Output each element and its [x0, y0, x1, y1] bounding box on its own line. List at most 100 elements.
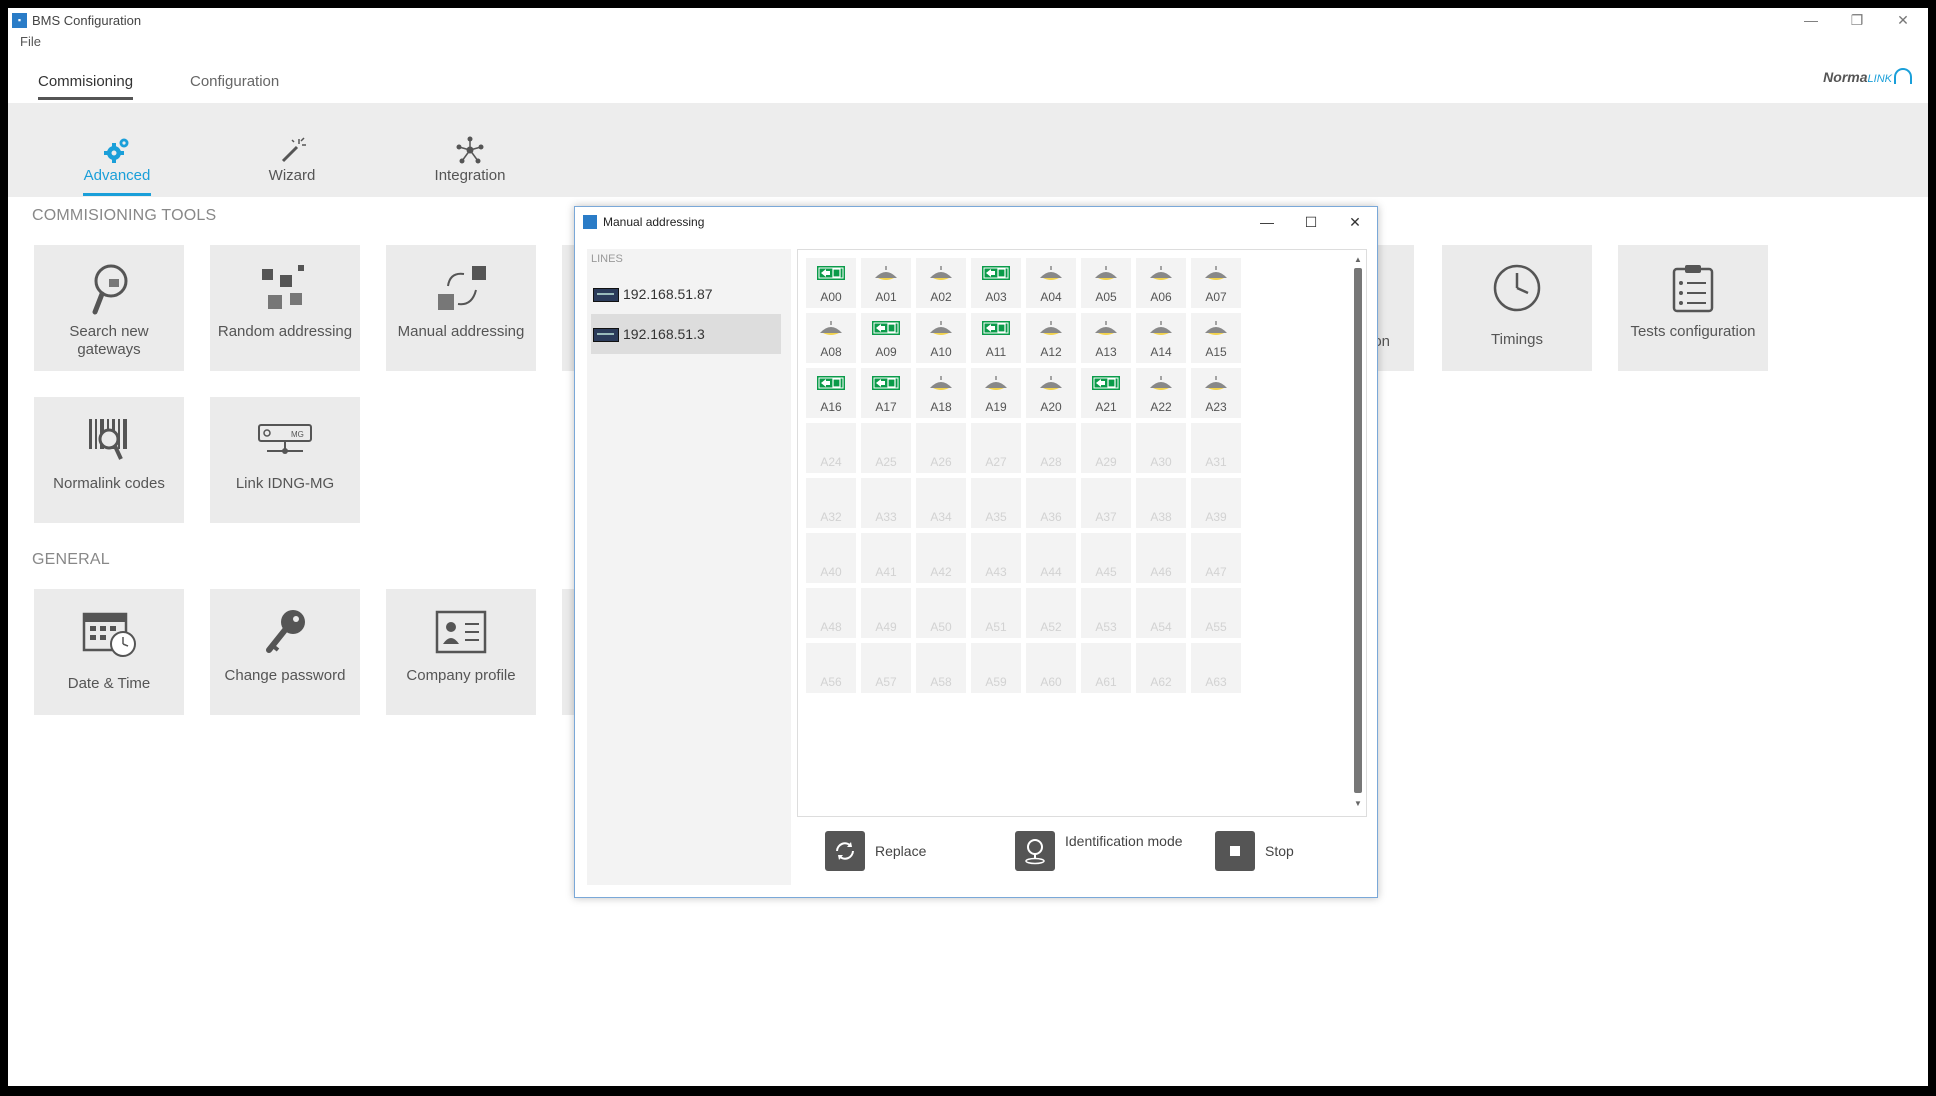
address-cell[interactable]: A36	[1026, 478, 1076, 528]
address-cell[interactable]: A02	[916, 258, 966, 308]
address-cell[interactable]: A42	[916, 533, 966, 583]
address-cell[interactable]: A43	[971, 533, 1021, 583]
tile-tests-configuration[interactable]: Tests configuration	[1618, 245, 1768, 371]
address-cell[interactable]: A56	[806, 643, 856, 693]
address-cell[interactable]: A18	[916, 368, 966, 418]
tab-configuration[interactable]: Configuration	[190, 73, 279, 90]
tile-normalink-codes[interactable]: Normalink codes	[34, 397, 184, 523]
address-cell[interactable]: A41	[861, 533, 911, 583]
address-cell[interactable]: A53	[1081, 588, 1131, 638]
tile-manual-addressing[interactable]: Manual addressing	[386, 245, 536, 371]
address-cell[interactable]: A47	[1191, 533, 1241, 583]
address-cell[interactable]: A63	[1191, 643, 1241, 693]
address-cell[interactable]: A09	[861, 313, 911, 363]
address-cell[interactable]: A30	[1136, 423, 1186, 473]
address-cell[interactable]: A25	[861, 423, 911, 473]
line-item-selected[interactable]: 192.168.51.3	[591, 314, 781, 354]
address-cell[interactable]: A17	[861, 368, 911, 418]
address-cell[interactable]: A07	[1191, 258, 1241, 308]
address-cell[interactable]: A26	[916, 423, 966, 473]
address-cell[interactable]: A03	[971, 258, 1021, 308]
address-cell[interactable]: A46	[1136, 533, 1186, 583]
address-cell[interactable]: A38	[1136, 478, 1186, 528]
address-cell[interactable]: A01	[861, 258, 911, 308]
address-cell[interactable]: A04	[1026, 258, 1076, 308]
address-cell[interactable]: A11	[971, 313, 1021, 363]
address-cell[interactable]: A05	[1081, 258, 1131, 308]
address-cell[interactable]: A12	[1026, 313, 1076, 363]
dialog-maximize-button[interactable]: ☐	[1293, 211, 1329, 233]
address-cell[interactable]: A62	[1136, 643, 1186, 693]
address-cell[interactable]: A22	[1136, 368, 1186, 418]
tile-search-gateways[interactable]: Search new gateways	[34, 245, 184, 371]
tile-company-profile[interactable]: Company profile	[386, 589, 536, 715]
line-item[interactable]: 192.168.51.87	[591, 274, 781, 314]
address-cell[interactable]: A19	[971, 368, 1021, 418]
window-title: BMS Configuration	[32, 13, 142, 28]
address-cell[interactable]: A37	[1081, 478, 1131, 528]
tile-link-idng[interactable]: MG Link IDNG-MG	[210, 397, 360, 523]
address-cell[interactable]: A33	[861, 478, 911, 528]
address-cell[interactable]: A55	[1191, 588, 1241, 638]
tile-label: Normalink codes	[53, 475, 165, 492]
address-cell[interactable]: A34	[916, 478, 966, 528]
address-cell[interactable]: A24	[806, 423, 856, 473]
address-cell[interactable]: A48	[806, 588, 856, 638]
address-cell[interactable]: A61	[1081, 643, 1131, 693]
address-cell[interactable]: A51	[971, 588, 1021, 638]
address-cell[interactable]: A21	[1081, 368, 1131, 418]
address-cell[interactable]: A23	[1191, 368, 1241, 418]
address-cell[interactable]: A44	[1026, 533, 1076, 583]
scroll-up-icon[interactable]: ▲	[1352, 254, 1364, 266]
menu-file[interactable]: File	[14, 34, 47, 49]
ceiling-lamp-icon	[916, 321, 966, 337]
address-cell[interactable]: A45	[1081, 533, 1131, 583]
address-cell[interactable]: A14	[1136, 313, 1186, 363]
address-cell[interactable]: A16	[806, 368, 856, 418]
address-cell[interactable]: A58	[916, 643, 966, 693]
address-cell[interactable]: A29	[1081, 423, 1131, 473]
tile-change-password[interactable]: Change password	[210, 589, 360, 715]
address-cell[interactable]: A15	[1191, 313, 1241, 363]
address-cell[interactable]: A54	[1136, 588, 1186, 638]
address-cell[interactable]: A32	[806, 478, 856, 528]
scroll-down-icon[interactable]: ▼	[1352, 798, 1364, 810]
address-cell[interactable]: A49	[861, 588, 911, 638]
address-cell[interactable]: A10	[916, 313, 966, 363]
address-cell[interactable]: A35	[971, 478, 1021, 528]
tile-date-time[interactable]: Date & Time	[34, 589, 184, 715]
address-cell[interactable]: A57	[861, 643, 911, 693]
minimize-button[interactable]: —	[1788, 8, 1834, 34]
address-cell[interactable]: A39	[1191, 478, 1241, 528]
scroll-thumb[interactable]	[1354, 268, 1362, 793]
restore-button[interactable]: ❐	[1834, 8, 1880, 34]
address-cell[interactable]: A28	[1026, 423, 1076, 473]
address-cell[interactable]: A31	[1191, 423, 1241, 473]
ribbon-tab-wizard[interactable]: Wizard	[232, 133, 352, 184]
dialog-close-button[interactable]: ✕	[1337, 211, 1373, 233]
address-cell[interactable]: A08	[806, 313, 856, 363]
tile-random-addressing[interactable]: Random addressing	[210, 245, 360, 371]
tab-commisioning[interactable]: Commisioning	[38, 73, 134, 100]
ribbon-tab-advanced[interactable]: Advanced	[57, 133, 177, 196]
address-label: A52	[1040, 620, 1062, 634]
address-cell[interactable]: A40	[806, 533, 856, 583]
search-gateway-icon	[34, 261, 184, 315]
close-button[interactable]: ✕	[1880, 8, 1926, 34]
dialog-minimize-button[interactable]: —	[1249, 211, 1285, 233]
address-cell[interactable]: A20	[1026, 368, 1076, 418]
address-cell[interactable]: A60	[1026, 643, 1076, 693]
tile-timings[interactable]: Timings	[1442, 245, 1592, 371]
ribbon-tab-integration[interactable]: Integration	[410, 133, 530, 184]
address-cell[interactable]: A52	[1026, 588, 1076, 638]
address-cell[interactable]: A50	[916, 588, 966, 638]
lines-panel: LINES 192.168.51.87 192.168.51.3	[587, 249, 791, 885]
address-grid: A00 A01 A02 A03 A04 A05 A06 A07 A08 A09 A10 A11 A12 A…	[797, 249, 1367, 817]
address-cell[interactable]: A59	[971, 643, 1021, 693]
address-cell[interactable]: A13	[1081, 313, 1131, 363]
address-cell[interactable]: A06	[1136, 258, 1186, 308]
section-title-general: GENERAL	[32, 551, 110, 568]
address-cell[interactable]: A00	[806, 258, 856, 308]
grid-scrollbar[interactable]: ▲ ▼	[1352, 254, 1364, 810]
address-cell[interactable]: A27	[971, 423, 1021, 473]
